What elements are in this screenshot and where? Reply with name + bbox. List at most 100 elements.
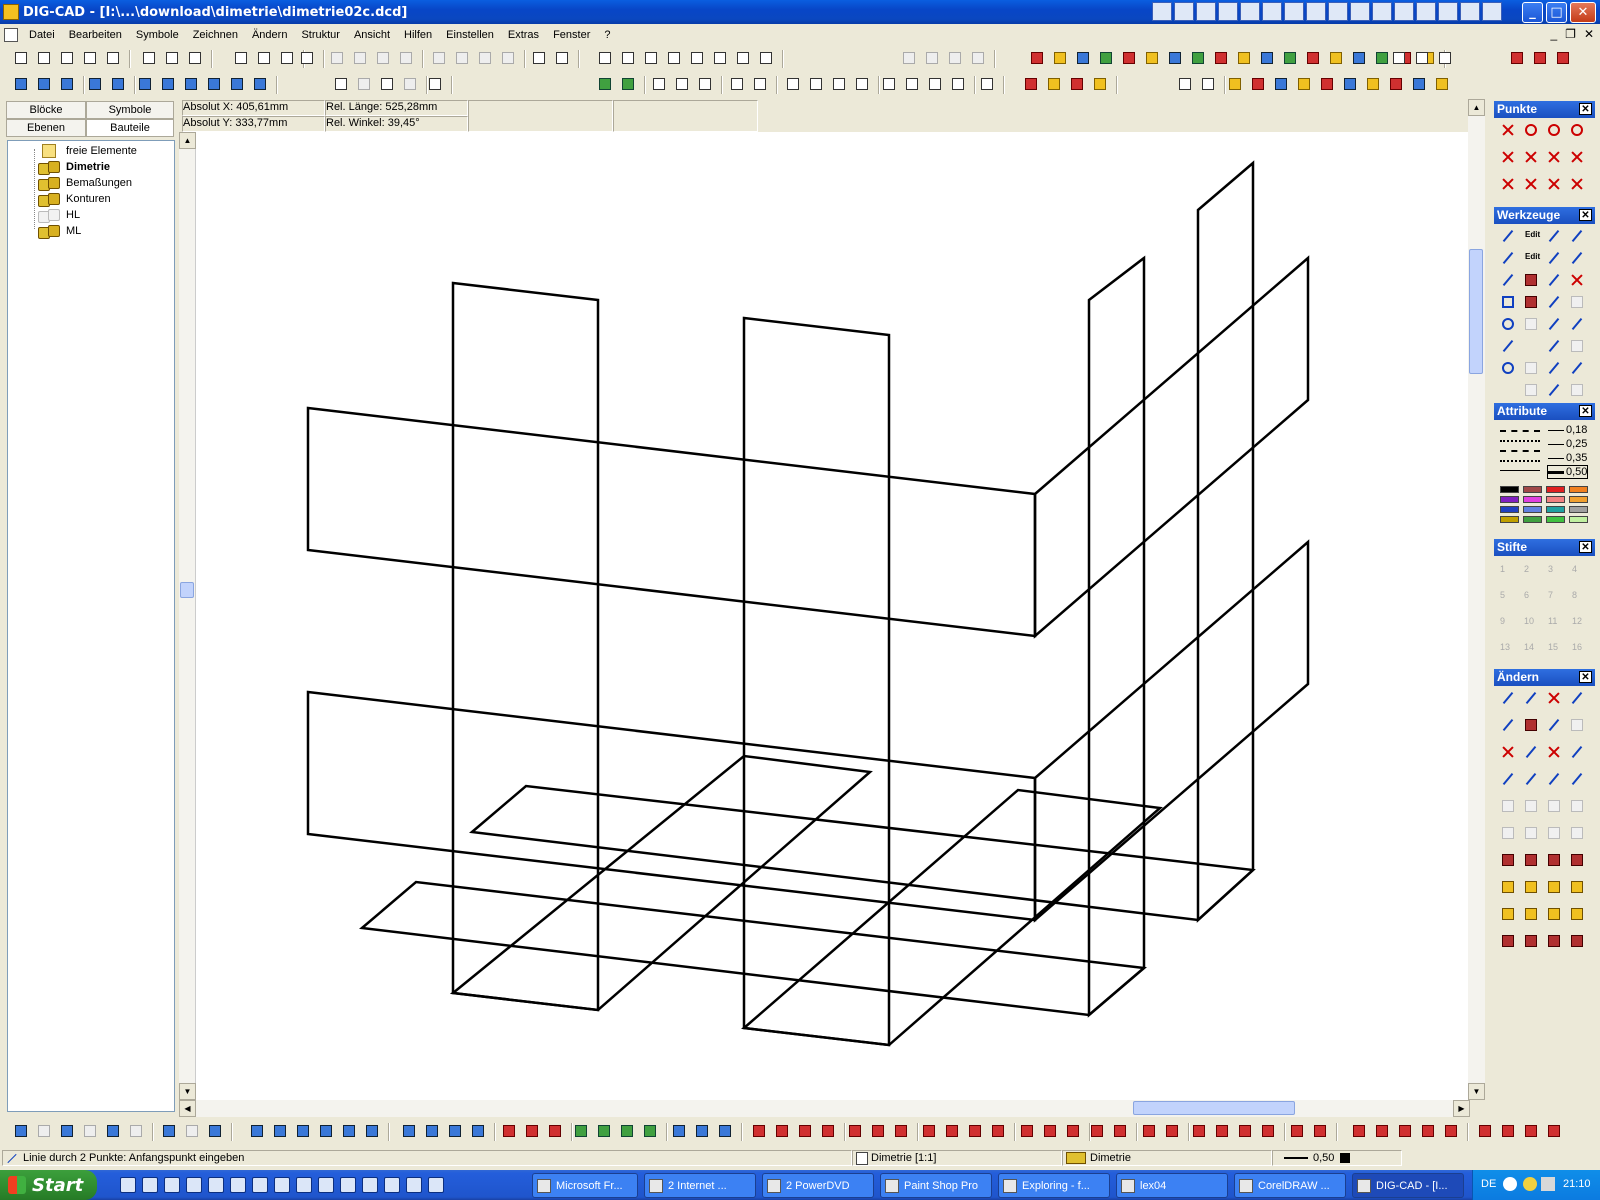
toolbar-button[interactable] [1387, 75, 1405, 93]
toolbar-button[interactable] [1018, 1122, 1036, 1140]
toolbar-button[interactable] [1327, 49, 1345, 67]
toolbar-button[interactable] [1091, 75, 1109, 93]
toolbar-button[interactable] [619, 49, 637, 67]
palette-tool-button[interactable] [1521, 769, 1541, 789]
palette-tool-button[interactable] [1544, 850, 1564, 870]
palette-tool-button[interactable] [1567, 796, 1587, 816]
toolbar-button[interactable] [401, 75, 419, 93]
toolbar-button[interactable] [926, 75, 944, 93]
toolbar-button[interactable] [1051, 49, 1069, 67]
drawing-contour[interactable] [1087, 255, 1146, 1018]
quick-launch-icon[interactable] [340, 1177, 356, 1193]
toolbar-button[interactable] [160, 1122, 178, 1140]
toolbar-button[interactable] [943, 1122, 961, 1140]
toolbar-button[interactable] [374, 49, 392, 67]
palette-tool-button[interactable] [1521, 147, 1541, 167]
tree-item-freie-elemente[interactable]: freie Elemente [38, 143, 137, 159]
quick-launch-icon[interactable] [406, 1177, 422, 1193]
menu-bearbeiten[interactable]: Bearbeiten [62, 29, 129, 41]
toolbar-button[interactable] [757, 49, 775, 67]
toolbar-button[interactable] [351, 49, 369, 67]
palette-tool-button[interactable] [1498, 380, 1518, 400]
toolbar-button[interactable] [523, 1122, 541, 1140]
language-indicator[interactable]: DE [1481, 1178, 1496, 1190]
palette-tool-button[interactable] [1544, 769, 1564, 789]
scroll-left-arrow[interactable]: ◀ [179, 1100, 196, 1117]
palette-tool-button[interactable] [1521, 742, 1541, 762]
pen-button[interactable]: 10 [1524, 616, 1534, 626]
palette-tool-button[interactable] [1567, 226, 1587, 246]
palette-tool-button[interactable] [1498, 823, 1518, 843]
palette-tool-button[interactable] [1567, 931, 1587, 951]
toolbar-button[interactable] [1499, 1122, 1517, 1140]
palette-tool-button[interactable] [1567, 380, 1587, 400]
palette-tool-button[interactable] [1567, 904, 1587, 924]
palette-tool-button[interactable] [1544, 248, 1564, 268]
quick-icon[interactable] [1372, 2, 1392, 21]
toolbar-button[interactable] [183, 1122, 201, 1140]
toolbar-button[interactable] [397, 49, 415, 67]
toolbar-button[interactable] [453, 49, 471, 67]
palette-tool-button[interactable] [1498, 314, 1518, 334]
vertical-scrollbar[interactable]: ▲ ▼ [1468, 99, 1485, 1100]
palette-tool-button[interactable] [1498, 796, 1518, 816]
toolbar-button[interactable] [846, 1122, 864, 1140]
palette-tool-button[interactable] [1567, 823, 1587, 843]
toolbar-button[interactable] [1390, 49, 1408, 67]
toolbar-button[interactable] [784, 75, 802, 93]
toolbar-button[interactable] [978, 75, 996, 93]
toolbar-button[interactable] [892, 1122, 910, 1140]
scroll-up-arrow[interactable]: ▲ [1468, 99, 1485, 116]
toolbar-button[interactable] [1433, 75, 1451, 93]
toolbar-button[interactable] [880, 75, 898, 93]
toolbar-button[interactable] [12, 49, 30, 67]
app-icon[interactable] [3, 4, 19, 20]
palette-tool-button[interactable] [1567, 292, 1587, 312]
palette-tool-button[interactable] [1498, 850, 1518, 870]
toolbar-button[interactable] [1396, 1122, 1414, 1140]
linetype-dashdotdot[interactable] [1500, 460, 1540, 462]
quick-icon[interactable] [1174, 2, 1194, 21]
toolbar-button[interactable] [1166, 49, 1184, 67]
palette-tool-button[interactable] [1521, 715, 1541, 735]
tree-item-bemassungen[interactable]: Bemaßungen [38, 175, 132, 191]
palette-tool-button[interactable] [1498, 270, 1518, 290]
toolbar-button[interactable] [650, 75, 668, 93]
toolbar-button[interactable] [1410, 75, 1428, 93]
linetype-dotted[interactable] [1500, 440, 1540, 442]
quick-icon[interactable] [1262, 2, 1282, 21]
menu-ansicht[interactable]: Ansicht [347, 29, 397, 41]
toolbar-button[interactable] [595, 1122, 613, 1140]
toolbar-button[interactable] [618, 1122, 636, 1140]
quick-icon[interactable] [1482, 2, 1502, 21]
palette-tool-button[interactable] [1521, 292, 1541, 312]
toolbar-button[interactable] [278, 49, 296, 67]
quick-launch-icon[interactable] [274, 1177, 290, 1193]
pen-button[interactable]: 8 [1572, 590, 1577, 600]
toolbar-button[interactable] [81, 49, 99, 67]
close-icon[interactable]: ✕ [1579, 405, 1592, 417]
scroll-down-arrow[interactable]: ▼ [1468, 1083, 1485, 1100]
toolbar-button[interactable] [1554, 49, 1572, 67]
palette-tool-button[interactable] [1567, 742, 1587, 762]
tray-arrow-icon[interactable] [1503, 1177, 1517, 1191]
color-swatch[interactable] [1523, 516, 1542, 523]
task-coreldraw[interactable]: CorelDRAW ... [1234, 1173, 1346, 1198]
toolbar-button[interactable] [1212, 49, 1230, 67]
toolbar-button[interactable] [1143, 49, 1161, 67]
palette-tool-button[interactable] [1567, 688, 1587, 708]
color-swatch[interactable] [1500, 516, 1519, 523]
pen-button[interactable]: 4 [1572, 564, 1577, 574]
toolbar-button[interactable] [596, 75, 614, 93]
toolbar-button[interactable] [1226, 75, 1244, 93]
palette-tool-button[interactable] [1498, 688, 1518, 708]
quick-icon[interactable] [1306, 2, 1326, 21]
task-lex04[interactable]: lex04 [1116, 1173, 1228, 1198]
palette-tool-button[interactable] [1521, 314, 1541, 334]
menu-zeichnen[interactable]: Zeichnen [186, 29, 245, 41]
toolbar-button[interactable] [1041, 1122, 1059, 1140]
toolbar-button[interactable] [546, 1122, 564, 1140]
toolbar-button[interactable] [693, 1122, 711, 1140]
toolbar-button[interactable] [1022, 75, 1040, 93]
close-icon[interactable]: ✕ [1579, 209, 1592, 221]
